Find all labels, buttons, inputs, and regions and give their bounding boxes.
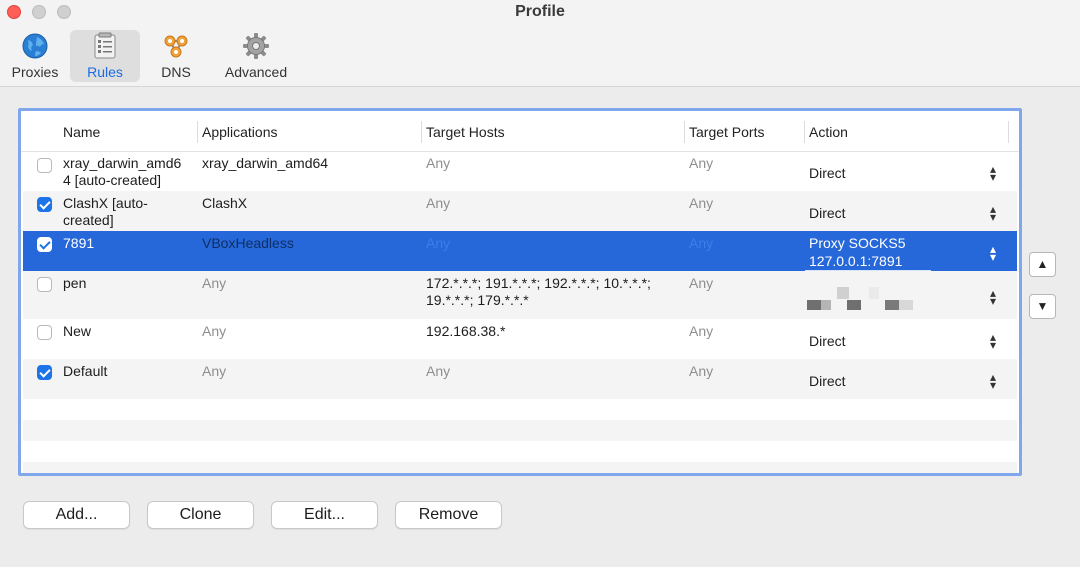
rule-target-ports: Any	[689, 235, 714, 251]
tab-advanced-label: Advanced	[224, 64, 288, 80]
tab-advanced[interactable]: Advanced	[218, 30, 294, 82]
rule-enabled-checkbox[interactable]	[37, 325, 52, 340]
globe-icon	[22, 33, 48, 59]
rule-enabled-checkbox[interactable]	[37, 237, 52, 252]
tab-rules[interactable]: Rules	[70, 30, 140, 82]
rule-enabled-checkbox[interactable]	[37, 365, 52, 380]
rule-name: 7891	[63, 235, 95, 251]
table-row[interactable]: Default Any Any Any Direct ▴ ▾	[23, 359, 1017, 399]
rule-applications: VBoxHeadless	[202, 235, 294, 251]
rule-action-select[interactable]: Direct	[809, 332, 846, 350]
table-row[interactable]: New Any 192.168.38.* Any Direct ▴ ▾	[23, 319, 1017, 359]
chevron-up-down-icon[interactable]: ▴ ▾	[988, 203, 998, 223]
rule-name: xray_darwin_amd6 4 [auto-created]	[63, 155, 181, 189]
rule-name-line: ClashX [auto-	[63, 195, 148, 211]
rule-applications: xray_darwin_amd64	[202, 155, 329, 171]
column-divider[interactable]	[804, 121, 805, 143]
rule-name: Default	[63, 363, 108, 379]
table-row[interactable]: xray_darwin_amd6 4 [auto-created] xray_d…	[23, 151, 1017, 191]
tab-dns[interactable]: DNS	[148, 30, 204, 82]
move-down-button[interactable]: ▼	[1029, 294, 1056, 319]
rule-enabled-checkbox[interactable]	[37, 158, 52, 173]
target-hosts-line: 172.*.*.*; 191.*.*.*; 192.*.*.*; 10.*.*.…	[426, 275, 651, 291]
chevron-up-down-icon[interactable]: ▴ ▾	[988, 163, 998, 183]
rule-applications: Any	[202, 275, 227, 291]
rule-name: ClashX [auto- created]	[63, 195, 148, 229]
move-up-button[interactable]: ▲	[1029, 252, 1056, 277]
tab-proxies-label: Proxies	[11, 64, 59, 80]
column-header-target-hosts[interactable]: Target Hosts	[426, 124, 505, 140]
rule-target-hosts: 172.*.*.*; 191.*.*.*; 192.*.*.*; 10.*.*.…	[426, 275, 651, 309]
rule-target-ports: Any	[689, 275, 714, 291]
rules-list-icon	[94, 32, 116, 59]
rule-target-ports: Any	[689, 155, 714, 171]
rule-target-ports: Any	[689, 195, 714, 211]
rule-target-hosts: Any	[426, 363, 451, 379]
target-hosts-line: 19.*.*.*; 179.*.*.*	[426, 292, 529, 308]
rule-name: pen	[63, 275, 87, 291]
rule-name-line: 4 [auto-created]	[63, 172, 162, 188]
dns-network-icon	[164, 35, 188, 58]
chevron-up-down-icon[interactable]: ▴ ▾	[988, 331, 998, 351]
rule-target-ports: Any	[689, 363, 714, 379]
rule-applications: Any	[202, 323, 227, 339]
column-header-applications[interactable]: Applications	[202, 124, 278, 140]
column-divider[interactable]	[421, 121, 422, 143]
tab-proxies[interactable]: Proxies	[4, 30, 66, 82]
rule-target-hosts: Any	[426, 235, 451, 251]
rule-applications: Any	[202, 363, 227, 379]
table-row[interactable]: ClashX [auto- created] ClashX Any Any Di…	[23, 191, 1017, 231]
tab-dns-label: DNS	[161, 64, 191, 80]
table-row-selected[interactable]: 7891 VBoxHeadless Any Any Proxy SOCKS5 1…	[23, 231, 1017, 271]
action-line: Proxy SOCKS5	[809, 235, 906, 251]
rules-table[interactable]: Name Applications Target Hosts Target Po…	[18, 108, 1022, 476]
column-divider[interactable]	[684, 121, 685, 143]
gear-icon	[243, 33, 269, 59]
rule-action-select[interactable]: Direct	[809, 164, 846, 182]
column-header-target-ports[interactable]: Target Ports	[689, 124, 764, 140]
rule-target-hosts: 192.168.38.*	[426, 323, 506, 339]
redacted-action-mosaic	[807, 283, 937, 313]
remove-button[interactable]: Remove	[395, 501, 502, 529]
rule-name: New	[63, 323, 92, 339]
tab-rules-label: Rules	[87, 64, 123, 80]
rule-name-line: created]	[63, 212, 114, 228]
clone-button[interactable]: Clone	[147, 501, 254, 529]
table-header: Name Applications Target Hosts Target Po…	[21, 111, 1019, 152]
chevron-up-down-icon[interactable]: ▴ ▾	[988, 243, 998, 263]
window-toolbar: Profile Proxies Rules DNS Advanced	[0, 0, 1080, 87]
action-line: 127.0.0.1:7891	[809, 253, 903, 269]
rule-applications: ClashX	[202, 195, 248, 211]
rule-name-line: xray_darwin_amd6	[63, 155, 182, 171]
column-header-name[interactable]: Name	[63, 124, 100, 140]
column-divider[interactable]	[1008, 121, 1009, 143]
table-row[interactable]: pen Any 172.*.*.*; 191.*.*.*; 192.*.*.*;…	[23, 271, 1017, 319]
add-button[interactable]: Add...	[23, 501, 130, 529]
rule-action-select[interactable]: Direct	[809, 204, 846, 222]
rule-action-select[interactable]: Proxy SOCKS5 127.0.0.1:7891	[809, 234, 905, 270]
empty-row	[23, 420, 1017, 441]
window-title: Profile	[515, 3, 565, 20]
column-divider[interactable]	[197, 121, 198, 143]
rule-enabled-checkbox[interactable]	[37, 197, 52, 212]
rule-target-hosts: Any	[426, 155, 451, 171]
rule-enabled-checkbox[interactable]	[37, 277, 52, 292]
chevron-up-down-icon[interactable]: ▴ ▾	[988, 287, 998, 307]
chevron-up-down-icon[interactable]: ▴ ▾	[988, 371, 998, 391]
empty-row	[23, 462, 1017, 473]
edit-button[interactable]: Edit...	[271, 501, 378, 529]
empty-row	[23, 441, 1017, 462]
rule-target-ports: Any	[689, 323, 714, 339]
rule-target-hosts: Any	[426, 195, 451, 211]
column-header-action[interactable]: Action	[809, 124, 848, 140]
rule-action-select[interactable]: Direct	[809, 372, 846, 390]
